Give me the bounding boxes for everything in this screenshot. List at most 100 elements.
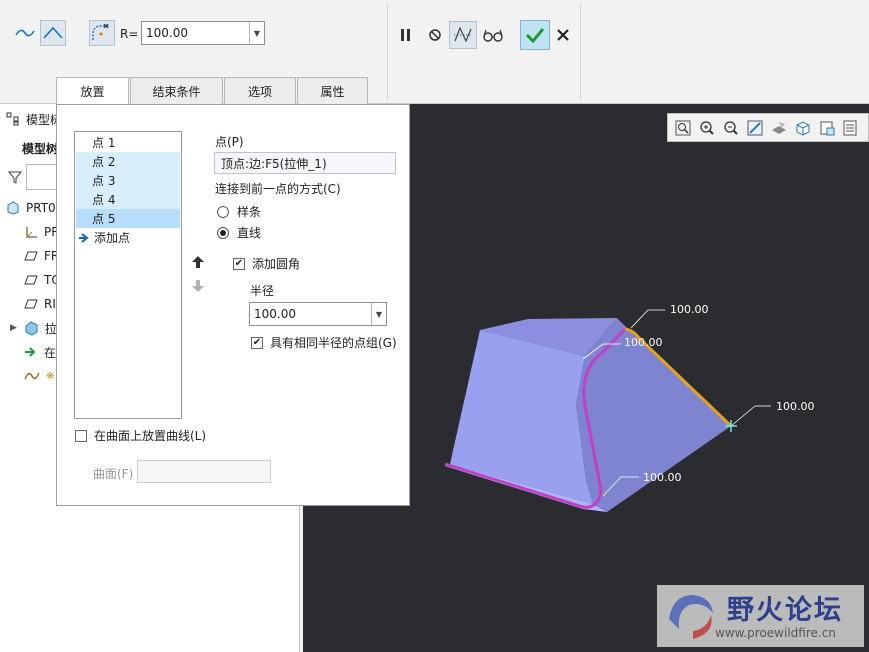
tree-item-csys[interactable]: PR bbox=[24, 221, 60, 243]
dimension-label[interactable]: 100.00 bbox=[643, 471, 682, 484]
pause-icon bbox=[401, 29, 410, 41]
tab-label: 选项 bbox=[247, 84, 272, 99]
zoom-out-icon bbox=[724, 120, 738, 135]
forum-logo-icon bbox=[669, 595, 713, 639]
checkbox-checked-icon[interactable]: ✔ bbox=[233, 257, 245, 270]
same-radius-label: 具有相同半径的点组(G) bbox=[270, 336, 397, 350]
place-on-surface-label: 在曲面上放置曲线(L) bbox=[94, 429, 207, 443]
zoom-in-icon bbox=[700, 120, 714, 135]
pause-button[interactable] bbox=[393, 22, 419, 48]
expand-arrow-icon[interactable]: ▶ bbox=[10, 323, 17, 333]
checkbox-unchecked-icon[interactable] bbox=[75, 429, 87, 442]
radio-button[interactable] bbox=[217, 205, 229, 218]
radio-button[interactable] bbox=[217, 226, 229, 239]
fillet-tool-button[interactable] bbox=[89, 20, 115, 46]
graphics-toolbar bbox=[667, 113, 869, 142]
surface-collector-field[interactable] bbox=[137, 460, 271, 483]
list-item-point-4[interactable]: 点 4 bbox=[76, 190, 180, 209]
verify-mode-button[interactable] bbox=[480, 22, 506, 48]
watermark: 野火论坛 www.proewildfire.cn bbox=[657, 585, 864, 647]
view-cube-icon bbox=[796, 120, 810, 136]
tab-end-condition[interactable]: 结束条件 bbox=[130, 77, 223, 104]
tab-label: 属性 bbox=[320, 84, 345, 99]
arrow-right-icon bbox=[79, 232, 89, 243]
tree-item-extrude[interactable]: ▶ 拉 bbox=[10, 317, 57, 339]
no-preview-button[interactable] bbox=[422, 22, 448, 48]
list-item-point-2[interactable]: 点 2 bbox=[76, 152, 180, 171]
dimension-label[interactable]: 100.00 bbox=[624, 336, 663, 349]
add-fillet-label: 添加圆角 bbox=[252, 257, 301, 271]
zoom-out-button[interactable] bbox=[720, 117, 742, 139]
chevron-down-icon[interactable]: ▼ bbox=[249, 22, 264, 44]
zoom-in-button[interactable] bbox=[696, 117, 718, 139]
radio-spline[interactable]: 样条 bbox=[217, 203, 261, 220]
list-item-point-5[interactable]: 点 5 bbox=[76, 209, 180, 228]
repaint-icon bbox=[747, 120, 763, 135]
model-tree-header[interactable]: 模型树 bbox=[6, 108, 62, 130]
point-reference-field[interactable]: 顶点:边:F5(拉伸_1) bbox=[214, 152, 396, 174]
shading-icon bbox=[772, 121, 786, 134]
checkbox-checked-icon[interactable]: ✔ bbox=[251, 336, 263, 349]
ok-button[interactable] bbox=[520, 20, 550, 50]
filter-icon bbox=[8, 171, 22, 184]
dimension-label[interactable]: 100.00 bbox=[670, 303, 709, 316]
tab-properties[interactable]: 属性 bbox=[297, 77, 368, 104]
same-radius-checkbox[interactable]: ✔ 具有相同半径的点组(G) bbox=[251, 334, 397, 351]
tree-item-curve[interactable]: ※ bbox=[24, 365, 54, 387]
cancel-button[interactable] bbox=[554, 26, 572, 44]
place-on-surface-checkbox[interactable]: 在曲面上放置曲线(L) bbox=[75, 427, 206, 444]
coordinate-system-icon bbox=[26, 227, 37, 238]
add-fillet-checkbox[interactable]: ✔ 添加圆角 bbox=[233, 255, 300, 272]
move-down-button[interactable] bbox=[191, 279, 207, 295]
connect-method-label: 连接到前一点的方式(C) bbox=[215, 182, 341, 196]
point-reference-value[interactable]: 顶点:边:F5(拉伸_1) bbox=[221, 155, 327, 172]
tab-placement[interactable]: 放置 bbox=[56, 77, 129, 105]
add-point-item[interactable]: 添加点 bbox=[76, 228, 180, 247]
watermark-url: www.proewildfire.cn bbox=[715, 626, 836, 640]
radius-label: 半径 bbox=[250, 284, 275, 298]
verify-preview-button[interactable] bbox=[449, 21, 477, 49]
placement-panel: 点 1 点 2 点 3 点 4 点 5 添加点 点(P) 顶点:边:F5(拉伸_… bbox=[56, 104, 410, 506]
point-list[interactable]: 点 1 点 2 点 3 点 4 点 5 添加点 bbox=[74, 131, 182, 419]
add-point-label: 添加点 bbox=[94, 231, 131, 245]
list-item-label: 点 5 bbox=[92, 212, 116, 226]
list-item-point-3[interactable]: 点 3 bbox=[76, 171, 180, 190]
tab-label: 结束条件 bbox=[152, 84, 201, 99]
zoom-fit-icon bbox=[675, 120, 691, 135]
move-up-button[interactable] bbox=[191, 255, 207, 271]
curve-icon bbox=[24, 372, 40, 380]
extrude-icon bbox=[25, 321, 38, 336]
radio-line[interactable]: 直线 bbox=[217, 224, 261, 241]
tree-item-part[interactable]: PRT0 bbox=[6, 197, 56, 219]
chevron-down-icon[interactable]: ▼ bbox=[371, 303, 386, 325]
surface-label: 曲面(F) bbox=[93, 467, 134, 481]
spline-type-button[interactable] bbox=[12, 20, 38, 46]
named-views-button[interactable] bbox=[816, 117, 838, 139]
filter-button[interactable] bbox=[4, 166, 26, 188]
list-item-point-1[interactable]: 点 1 bbox=[76, 133, 180, 152]
tree-item-front-plane[interactable]: FR bbox=[24, 245, 59, 267]
tree-item-insert-here[interactable]: 在 bbox=[24, 341, 56, 363]
list-item-label: 点 3 bbox=[92, 174, 116, 188]
tree-item-right-plane[interactable]: RI bbox=[24, 293, 56, 315]
close-icon bbox=[557, 29, 569, 41]
arrow-up-icon bbox=[192, 256, 204, 268]
repaint-button[interactable] bbox=[744, 117, 766, 139]
checkmark-icon bbox=[525, 28, 545, 44]
display-style-button[interactable] bbox=[768, 117, 790, 139]
tab-label: 放置 bbox=[80, 85, 105, 99]
spline-icon bbox=[15, 29, 35, 37]
refit-button[interactable] bbox=[672, 117, 694, 139]
tab-options[interactable]: 选项 bbox=[224, 77, 296, 104]
ribbon-radius-combo[interactable]: 100.00 ▼ bbox=[141, 21, 265, 45]
dimension-label[interactable]: 100.00 bbox=[776, 400, 815, 413]
radius-value[interactable]: 100.00 bbox=[250, 307, 371, 321]
line-type-button[interactable] bbox=[40, 20, 66, 46]
view-manager-button[interactable] bbox=[840, 117, 862, 139]
list-item-label: 点 1 bbox=[92, 136, 116, 150]
model-front-face[interactable] bbox=[450, 330, 593, 504]
radio-spline-label: 样条 bbox=[237, 205, 262, 219]
saved-orientations-button[interactable] bbox=[792, 117, 814, 139]
ribbon-radius-value[interactable]: 100.00 bbox=[142, 26, 249, 40]
radius-combo[interactable]: 100.00 ▼ bbox=[249, 302, 387, 326]
